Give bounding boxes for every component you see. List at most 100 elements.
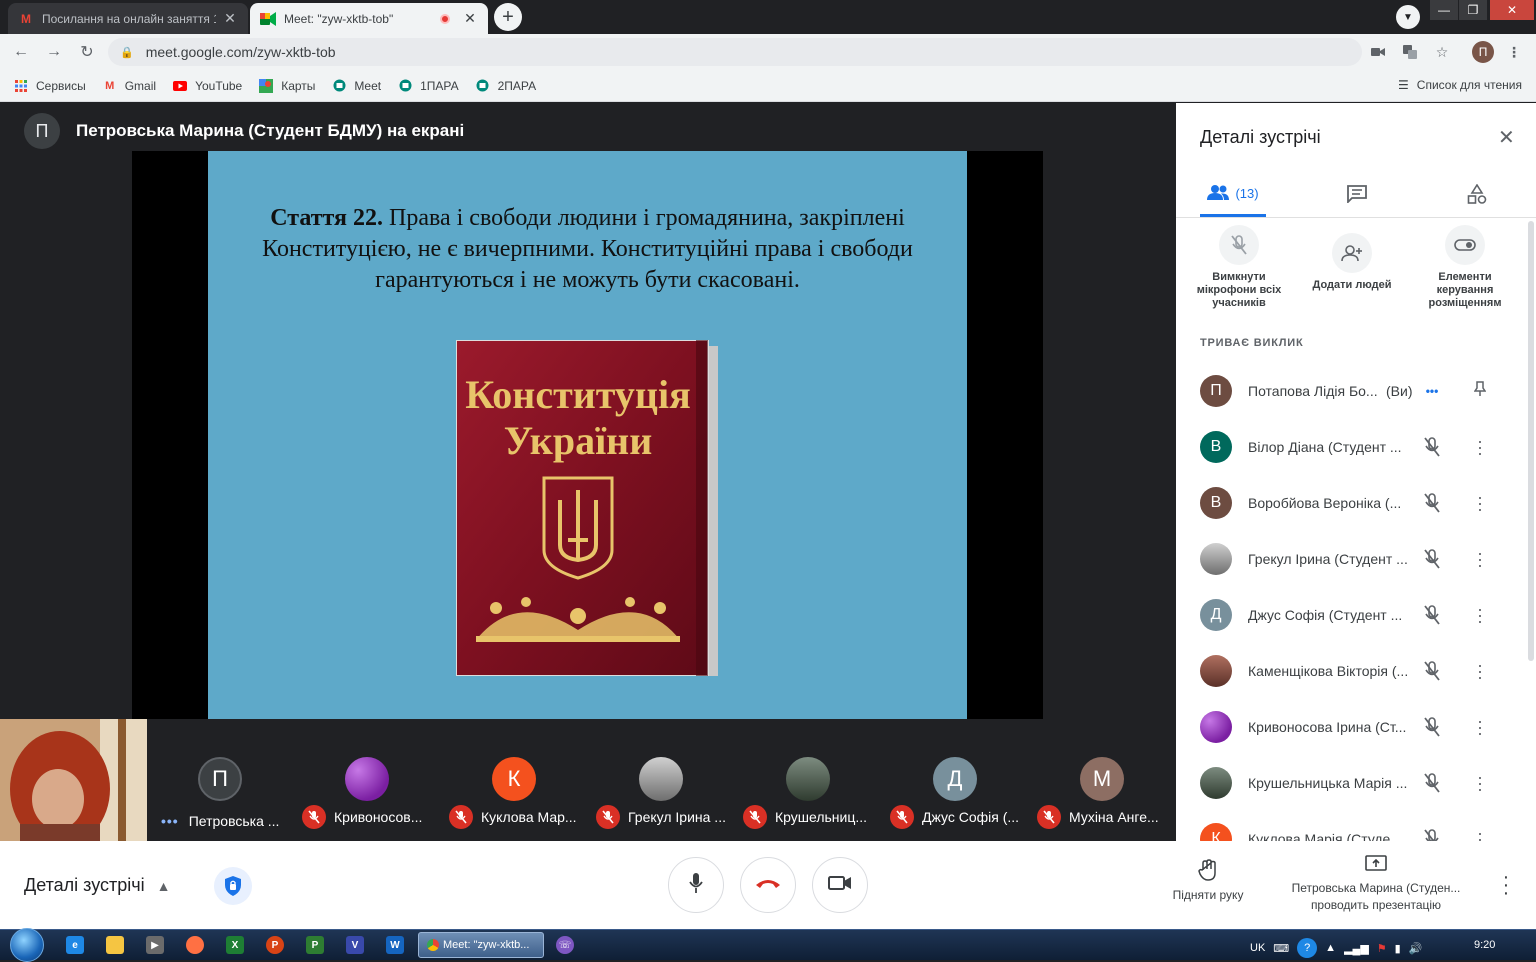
camera-button[interactable]: [812, 857, 868, 913]
bookmark-gmail[interactable]: M Gmail: [103, 79, 156, 93]
participant-row[interactable]: Грекул Ірина (Студент ... · · ·: [1176, 531, 1526, 587]
participant-row[interactable]: Д Джус Софія (Студент ... · · ·: [1176, 587, 1526, 643]
participant-tile[interactable]: Крушельниц...: [735, 719, 882, 841]
leave-call-button[interactable]: [740, 857, 796, 913]
security-shield-icon[interactable]: [214, 867, 252, 905]
back-icon[interactable]: ←: [10, 41, 32, 63]
chrome-menu-icon[interactable]: ⋮: [1504, 42, 1524, 62]
close-icon[interactable]: ✕: [222, 10, 238, 27]
media-player-icon[interactable]: ▶: [146, 936, 164, 954]
firefox-icon[interactable]: [186, 936, 204, 954]
self-video-tile[interactable]: ••• Ви: [0, 719, 147, 841]
reload-icon[interactable]: ↻: [76, 41, 98, 63]
slide-article-number: Стаття 22.: [270, 205, 383, 231]
file-explorer-icon[interactable]: [106, 936, 124, 954]
bookmark-services[interactable]: Сервисы: [14, 79, 86, 93]
raise-hand-button[interactable]: Підняти руку: [1160, 859, 1256, 902]
panel-scrollbar[interactable]: [1528, 221, 1534, 661]
maximize-window-button[interactable]: ❐: [1459, 0, 1487, 20]
more-options-icon[interactable]: ···: [1472, 600, 1488, 630]
battery-icon[interactable]: ▮: [1395, 942, 1401, 955]
participant-tile[interactable]: Грекул Ірина ...: [588, 719, 735, 841]
add-people-button[interactable]: Додати людей: [1297, 233, 1407, 292]
windows-start-button[interactable]: [10, 928, 44, 962]
tab-chat[interactable]: [1342, 173, 1372, 217]
bookmark-2para[interactable]: 2ПАРА: [476, 79, 536, 93]
taskbar-chrome-window[interactable]: Meet: "zyw-xktb...: [418, 932, 544, 958]
tab-activities[interactable]: [1462, 173, 1492, 217]
bookmark-label: 1ПАРА: [420, 78, 459, 93]
new-tab-button[interactable]: +: [494, 3, 522, 31]
participant-row[interactable]: В Воробйова Вероніка (... · · ·: [1176, 475, 1526, 531]
signal-icon[interactable]: ▂▄▆: [1344, 942, 1369, 955]
host-controls-button[interactable]: Елементи керування розміщенням: [1410, 225, 1520, 310]
minimize-window-button[interactable]: —: [1430, 0, 1458, 20]
presentation-status[interactable]: Петровська Марина (Студен... проводить п…: [1276, 855, 1476, 914]
close-panel-icon[interactable]: ✕: [1498, 125, 1515, 150]
participant-row[interactable]: Кривоносова Ірина (Ст... · · ·: [1176, 699, 1526, 755]
participant-row[interactable]: В Вілор Діана (Студент ... · · ·: [1176, 419, 1526, 475]
powerpoint-icon[interactable]: P: [266, 936, 284, 954]
browser-tab-gmail[interactable]: M Посилання на онлайн заняття 1 ✕: [8, 3, 248, 34]
word-icon[interactable]: W: [386, 936, 404, 954]
chevron-up-icon: ▲: [156, 877, 171, 894]
action-center-flag-icon[interactable]: ⚑: [1377, 942, 1387, 955]
address-bar[interactable]: 🔒 meet.google.com/zyw-xktb-tob: [108, 38, 1362, 66]
volume-icon[interactable]: 🔊: [1409, 942, 1423, 955]
participant-row[interactable]: К Куклова Марія (Студе... ···: [1176, 811, 1526, 841]
participant-row[interactable]: Крушельницька Марія ... · · ·: [1176, 755, 1526, 811]
more-options-icon[interactable]: ···: [1472, 768, 1488, 798]
more-options-icon[interactable]: ···: [1472, 432, 1488, 462]
participant-tile[interactable]: Д Джус Софія (...: [882, 719, 1029, 841]
translate-icon[interactable]: [1400, 42, 1420, 62]
visio-icon[interactable]: V: [346, 936, 364, 954]
participant-tile[interactable]: Кривоносов...: [294, 719, 441, 841]
slide-text: Стаття 22. Права і свободи людини і гром…: [228, 203, 947, 296]
meeting-details-button[interactable]: Деталі зустрічі ▲: [24, 875, 171, 896]
more-options-icon[interactable]: ···: [1496, 867, 1516, 903]
tab-people[interactable]: (13): [1200, 173, 1266, 217]
help-icon[interactable]: ?: [1297, 938, 1318, 958]
more-options-icon[interactable]: ···: [1472, 712, 1488, 742]
more-options-icon[interactable]: ···: [1472, 656, 1488, 686]
bookmark-label: Сервисы: [36, 78, 86, 93]
more-options-icon[interactable]: ···: [1472, 824, 1488, 841]
pin-icon[interactable]: [1472, 380, 1488, 402]
forward-icon[interactable]: →: [43, 41, 65, 63]
reading-list-button[interactable]: ☰ Список для чтения: [1398, 78, 1522, 92]
participant-row[interactable]: Каменщікова Вікторія (... · · ·: [1176, 643, 1526, 699]
hand-icon: [1160, 859, 1256, 884]
bookmark-meet[interactable]: Meet: [332, 79, 381, 93]
participant-row[interactable]: П Потапова Лідія Бо... (Ви) •••: [1176, 363, 1526, 419]
mic-off-icon: [890, 805, 914, 829]
close-window-button[interactable]: ✕: [1490, 0, 1534, 20]
bookmark-youtube[interactable]: YouTube: [173, 79, 242, 93]
camera-in-use-icon[interactable]: [1368, 42, 1388, 62]
internet-explorer-icon[interactable]: e: [66, 936, 84, 954]
bookmark-maps[interactable]: Карты: [259, 78, 315, 93]
clock[interactable]: 9:20: [1474, 939, 1495, 951]
participant-tile[interactable]: П ••• Петровська ...: [147, 719, 294, 841]
close-icon[interactable]: ✕: [462, 10, 478, 27]
participant-tile[interactable]: М Мухіна Анге...: [1029, 719, 1176, 841]
viber-icon[interactable]: ☏: [556, 936, 574, 954]
show-hidden-icons-icon[interactable]: ▲: [1325, 942, 1336, 954]
publisher-icon[interactable]: P: [306, 936, 324, 954]
participant-name: Куклова Мар...: [481, 809, 577, 825]
speaking-indicator-icon: •••: [161, 813, 179, 829]
more-options-icon[interactable]: ···: [1472, 488, 1488, 518]
excel-icon[interactable]: X: [226, 936, 244, 954]
language-indicator[interactable]: UK: [1250, 942, 1265, 954]
meet-icon: [398, 79, 412, 93]
profile-avatar[interactable]: П: [1472, 41, 1494, 63]
keyboard-icon[interactable]: ⌨: [1273, 942, 1289, 955]
bookmark-star-icon[interactable]: ☆: [1432, 42, 1452, 62]
more-options-icon[interactable]: ···: [1472, 544, 1488, 574]
participant-avatar: К: [1200, 823, 1232, 841]
tab-search-icon[interactable]: ▼: [1396, 5, 1420, 29]
browser-tab-meet[interactable]: Meet: "zyw-xktb-tob" ✕: [250, 3, 488, 34]
participant-tile[interactable]: К Куклова Мар...: [441, 719, 588, 841]
mute-all-button[interactable]: Вимкнути мікрофони всіх учасників: [1184, 225, 1294, 310]
microphone-button[interactable]: [668, 857, 724, 913]
bookmark-1para[interactable]: 1ПАРА: [398, 79, 459, 93]
